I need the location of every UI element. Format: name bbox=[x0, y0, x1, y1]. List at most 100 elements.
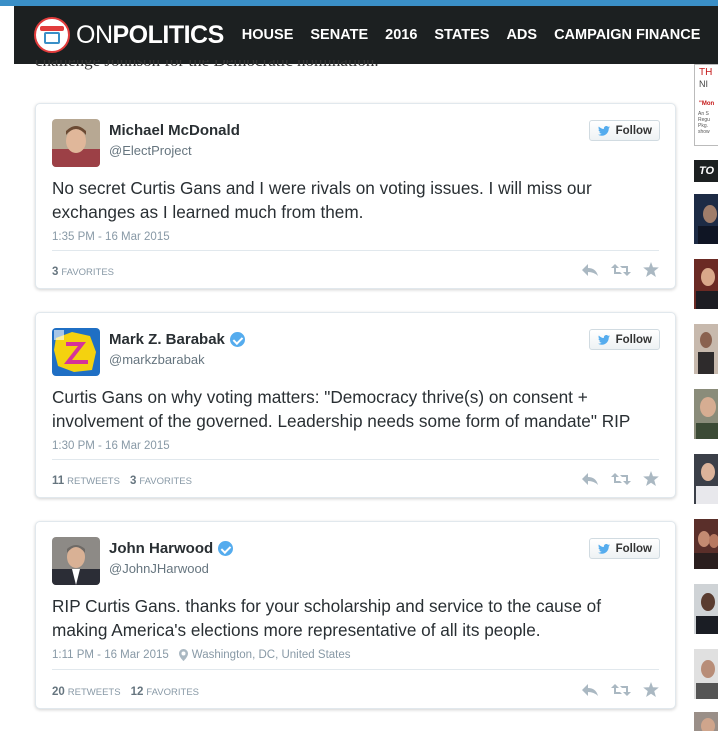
follow-button[interactable]: Follow bbox=[588, 538, 660, 559]
nav-ads[interactable]: ADS bbox=[506, 27, 537, 43]
star-icon[interactable] bbox=[643, 471, 659, 486]
story-thumbnail[interactable] bbox=[694, 712, 718, 731]
tweet-time[interactable]: 1:11 PM - 16 Mar 2015 bbox=[52, 649, 169, 661]
favorites-label: FAVORITES bbox=[139, 476, 192, 487]
tweet-divider bbox=[52, 669, 659, 670]
verified-badge-icon bbox=[218, 541, 234, 556]
avatar[interactable] bbox=[52, 119, 100, 167]
tweet-divider bbox=[52, 250, 659, 251]
avatar-photo-icon bbox=[52, 119, 100, 167]
nav-house[interactable]: HOUSE bbox=[242, 27, 294, 43]
avatar-z-logo-icon bbox=[52, 328, 100, 376]
thumbnail-image bbox=[694, 324, 718, 374]
location-pin-icon bbox=[178, 649, 188, 661]
tweet-stats: 3 FAVORITES bbox=[52, 266, 124, 278]
tweet-timestamp[interactable]: 1:30 PM - 16 Mar 2015 bbox=[52, 440, 170, 452]
thumbnail-image bbox=[694, 712, 718, 731]
tweet-stats: 11 RETWEETS 3 FAVORITES bbox=[52, 475, 202, 487]
retweets-stat[interactable]: 20 RETWEETS bbox=[52, 686, 121, 698]
tweet-time[interactable]: 1:35 PM - 16 Mar 2015 bbox=[52, 231, 170, 243]
tweet-location[interactable]: Washington, DC, United States bbox=[192, 649, 351, 661]
author-name-text[interactable]: Michael McDonald bbox=[109, 122, 240, 139]
ad-quote: "Mon bbox=[699, 101, 715, 107]
star-icon[interactable] bbox=[643, 682, 659, 697]
tweet-text: No secret Curtis Gans and I were rivals … bbox=[52, 178, 592, 222]
thumbnail-image bbox=[694, 519, 718, 569]
author-handle[interactable]: @JohnJHarwood bbox=[109, 561, 209, 576]
retweets-label: RETWEETS bbox=[67, 687, 121, 698]
follow-button[interactable]: Follow bbox=[588, 329, 660, 350]
tweet-actions bbox=[569, 471, 659, 486]
follow-label: Follow bbox=[615, 124, 652, 137]
tweet-divider bbox=[52, 459, 659, 460]
thumbnail-image bbox=[694, 389, 718, 439]
reply-icon[interactable] bbox=[581, 472, 599, 486]
author-handle[interactable]: @markzbarabak bbox=[109, 352, 205, 367]
favorites-label: FAVORITES bbox=[146, 687, 199, 698]
story-thumbnail[interactable] bbox=[694, 194, 718, 244]
twitter-bird-icon bbox=[597, 334, 610, 345]
star-icon[interactable] bbox=[643, 262, 659, 277]
favorites-count: 12 bbox=[130, 686, 144, 698]
favorites-stat[interactable]: 3 FAVORITES bbox=[52, 266, 114, 278]
reply-icon[interactable] bbox=[581, 263, 599, 277]
thumbnail-image bbox=[694, 649, 718, 699]
logo-politics: POLITICS bbox=[112, 20, 225, 49]
verified-badge-icon bbox=[229, 332, 245, 347]
logo-on: ON bbox=[76, 20, 113, 49]
story-thumbnail[interactable] bbox=[694, 324, 718, 374]
retweet-icon[interactable] bbox=[611, 263, 631, 277]
tweet-timestamp[interactable]: 1:35 PM - 16 Mar 2015 bbox=[52, 231, 170, 243]
story-thumbnail[interactable] bbox=[694, 454, 718, 504]
nav-campaign-finance[interactable]: CAMPAIGN FINANCE bbox=[554, 27, 700, 43]
sidebar-ad[interactable]: TH NI "Mon An S Regu Pkg. show bbox=[694, 64, 718, 146]
tweet-time[interactable]: 1:30 PM - 16 Mar 2015 bbox=[52, 440, 170, 452]
nav-senate[interactable]: SENATE bbox=[310, 27, 368, 43]
avatar[interactable] bbox=[52, 328, 100, 376]
favorites-stat[interactable]: 12 FAVORITES bbox=[131, 686, 199, 698]
right-sidebar: TH NI "Mon An S Regu Pkg. show TO bbox=[692, 64, 718, 731]
thumbnail-image bbox=[694, 454, 718, 504]
favorites-count: 3 bbox=[52, 266, 59, 278]
author-name-text[interactable]: John Harwood bbox=[109, 540, 213, 557]
tweet-actions bbox=[569, 262, 659, 277]
reply-icon[interactable] bbox=[581, 683, 599, 697]
follow-label: Follow bbox=[615, 542, 652, 555]
story-thumbnail[interactable] bbox=[694, 389, 718, 439]
retweet-icon[interactable] bbox=[611, 683, 631, 697]
author-handle[interactable]: @ElectProject bbox=[109, 143, 192, 158]
author-name-text[interactable]: Mark Z. Barabak bbox=[109, 331, 225, 348]
site-logo[interactable]: ONPOLITICS bbox=[34, 17, 224, 53]
favorites-stat[interactable]: 3 FAVORITES bbox=[130, 475, 192, 487]
tweet-actions bbox=[569, 682, 659, 697]
tweet-stats: 20 RETWEETS 12 FAVORITES bbox=[52, 686, 209, 698]
retweets-count: 20 bbox=[52, 686, 65, 698]
author-name[interactable]: John Harwood bbox=[109, 540, 234, 557]
ad-subline: NI bbox=[699, 79, 708, 89]
story-thumbnail[interactable] bbox=[694, 519, 718, 569]
retweets-count: 11 bbox=[52, 475, 65, 487]
logo-wordmark: ONPOLITICS bbox=[76, 21, 224, 50]
ad-fineprint: An S Regu Pkg. show bbox=[698, 111, 710, 135]
site-navbar: ONPOLITICS HOUSE SENATE 2016 STATES ADS … bbox=[14, 6, 718, 64]
story-thumbnail[interactable] bbox=[694, 584, 718, 634]
retweets-stat[interactable]: 11 RETWEETS bbox=[52, 475, 120, 487]
avatar[interactable] bbox=[52, 537, 100, 585]
story-thumbnail[interactable] bbox=[694, 259, 718, 309]
nav-states[interactable]: STATES bbox=[434, 27, 489, 43]
twitter-bird-icon bbox=[597, 543, 610, 554]
embedded-tweet-3: John Harwood @JohnJHarwood Follow RIP Cu… bbox=[35, 521, 676, 709]
nav-2016[interactable]: 2016 bbox=[385, 27, 417, 43]
tweet-text: Curtis Gans on why voting matters: "Demo… bbox=[52, 387, 631, 431]
follow-button[interactable]: Follow bbox=[588, 120, 660, 141]
favorites-label: FAVORITES bbox=[61, 267, 115, 278]
avatar-photo-icon bbox=[52, 537, 100, 585]
ad-headline: TH bbox=[699, 67, 713, 78]
retweet-icon[interactable] bbox=[611, 472, 631, 486]
twitter-bird-icon bbox=[597, 125, 610, 136]
story-thumbnail[interactable] bbox=[694, 649, 718, 699]
author-name[interactable]: Mark Z. Barabak bbox=[109, 331, 245, 348]
author-name[interactable]: Michael McDonald bbox=[109, 122, 240, 139]
retweets-label: RETWEETS bbox=[67, 476, 120, 487]
thumbnail-image bbox=[694, 194, 718, 244]
